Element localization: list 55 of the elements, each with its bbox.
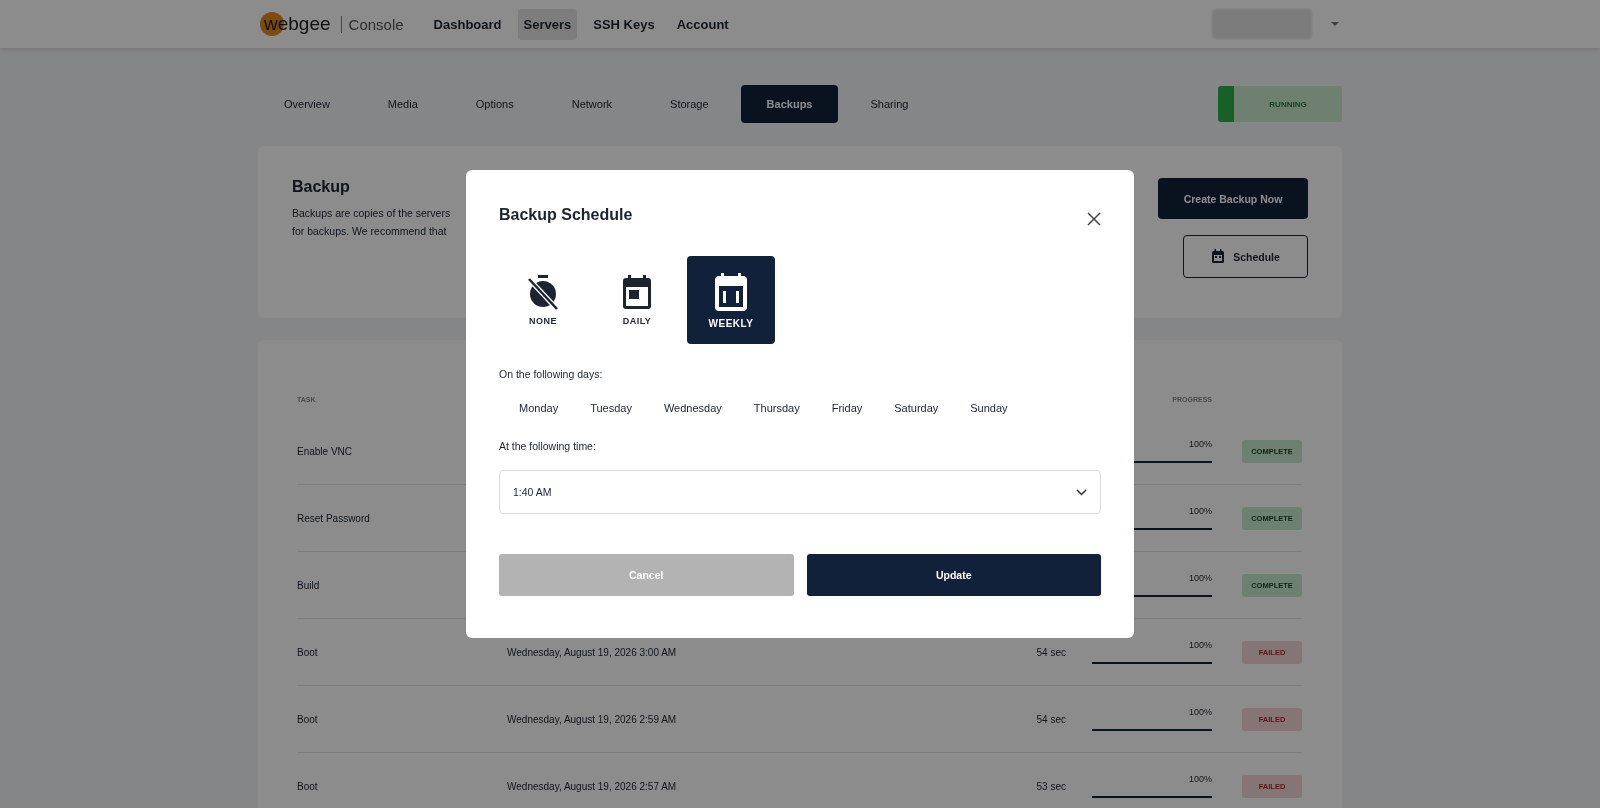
- product-name: Console: [340, 15, 404, 33]
- tab[interactable]: Options: [449, 85, 540, 123]
- description-line: for backups. We recommend that: [292, 224, 447, 239]
- dialog-title: Backup Schedule: [499, 206, 633, 224]
- task-date: Wednesday, August 19, 2026 2:59 AM: [507, 713, 677, 725]
- update-button[interactable]: Update: [806, 554, 1101, 596]
- schedule-option[interactable]: WEEKLY: [687, 256, 775, 344]
- progress-percent: 100%: [1188, 640, 1212, 650]
- nav-link[interactable]: SSH Keys: [587, 8, 661, 40]
- day-toggle[interactable]: Saturday: [884, 396, 949, 420]
- time-label: At the following time:: [499, 440, 597, 452]
- day-toggle[interactable]: Monday: [509, 396, 569, 420]
- day-toggle[interactable]: Friday: [821, 396, 873, 420]
- time-select[interactable]: 1:40 AM: [499, 470, 1101, 514]
- status-badge: RUNNING: [1218, 86, 1342, 122]
- caret-icon[interactable]: [1330, 21, 1340, 27]
- stopwatch-off-icon: [526, 274, 560, 310]
- task-date: Wednesday, August 19, 2026 3:00 AM: [507, 646, 677, 658]
- tab[interactable]: Media: [361, 85, 444, 123]
- task-date: Wednesday, August 19, 2026 2:57 AM: [507, 780, 677, 792]
- task-name: Boot: [297, 780, 319, 792]
- progress-percent: 100%: [1188, 774, 1212, 784]
- task-duration: 53 sec: [1036, 780, 1066, 792]
- nav-link[interactable]: Servers: [517, 8, 578, 40]
- card-title: Backup: [292, 178, 351, 196]
- calendar-week-icon: [713, 271, 749, 312]
- day-toggle[interactable]: Thursday: [743, 396, 810, 420]
- calendar-day-icon: [621, 274, 653, 310]
- day-toggle[interactable]: Tuesday: [580, 396, 642, 420]
- day-toggle[interactable]: Sunday: [960, 396, 1018, 420]
- tab[interactable]: Network: [545, 85, 639, 123]
- tab[interactable]: Sharing: [844, 85, 935, 123]
- task-name: Boot: [297, 646, 319, 658]
- chevron-down-icon: [1076, 488, 1087, 496]
- progress-percent: 100%: [1188, 439, 1212, 449]
- tab[interactable]: Storage: [644, 85, 735, 123]
- task-name: Build: [297, 579, 321, 591]
- task-duration: 54 sec: [1036, 713, 1066, 725]
- progress-percent: 100%: [1188, 506, 1212, 516]
- tab[interactable]: Backups: [740, 85, 839, 123]
- progress-percent: 100%: [1188, 573, 1212, 583]
- day-toggle[interactable]: Wednesday: [653, 396, 732, 420]
- schedule-button[interactable]: Schedule: [1183, 235, 1308, 278]
- task-name: Reset Password: [297, 512, 371, 524]
- description-line: Backups are copies of the servers: [292, 206, 451, 221]
- task-name: Boot: [297, 713, 319, 725]
- days-label: On the following days:: [499, 368, 604, 380]
- create-backup-button[interactable]: Create Backup Now: [1158, 178, 1308, 219]
- progress-percent: 100%: [1188, 707, 1212, 717]
- task-duration: 54 sec: [1036, 646, 1066, 658]
- tab[interactable]: Overview: [258, 85, 356, 123]
- close-icon[interactable]: [1087, 212, 1101, 226]
- nav-link[interactable]: Dashboard: [427, 8, 508, 40]
- calendar-icon: [1211, 249, 1226, 264]
- nav-link[interactable]: Account: [670, 8, 735, 40]
